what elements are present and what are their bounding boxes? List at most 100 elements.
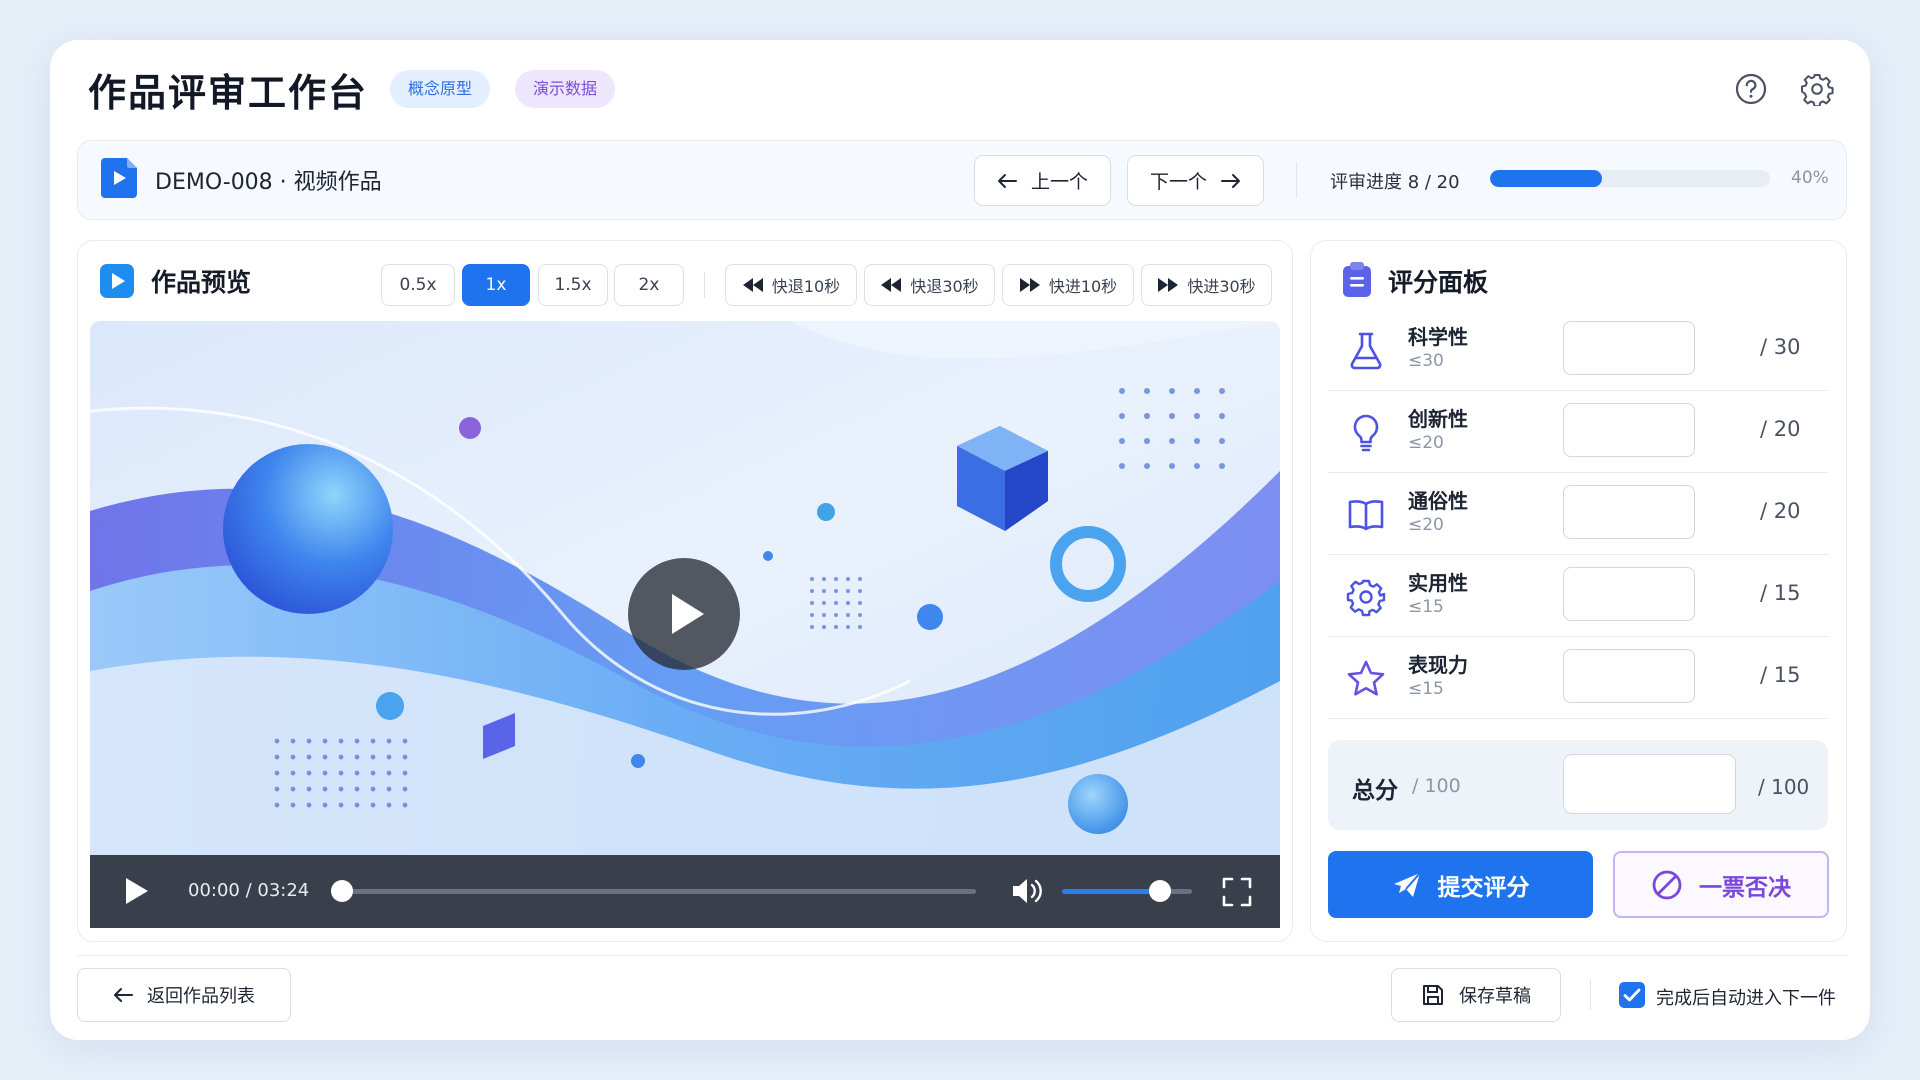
veto-button[interactable]: 一票否决 [1613,851,1829,918]
criterion-name: 科学性 [1408,325,1468,349]
back-label: 返回作品列表 [147,986,255,1007]
decor-dot [1219,438,1225,444]
forward-10s-button[interactable]: 快进10秒 [1002,264,1134,306]
speed-2x-button[interactable]: 2x [614,264,684,306]
arrow-left-icon [114,988,133,1002]
decor-dot [338,754,344,760]
criterion-hint: ≤20 [1408,433,1444,453]
volume-thumb[interactable] [1148,880,1171,902]
decor-dot [810,625,814,629]
rewind-30s-button[interactable]: 快退30秒 [864,264,995,306]
rewind-10s-button[interactable]: 快退10秒 [725,264,857,306]
flask-icon [1350,332,1382,370]
total-label: 总分 [1352,778,1398,804]
decor-dot [834,577,838,581]
decor-dot [370,802,376,808]
decor-dot [858,613,862,617]
previous-work-button[interactable]: 上一个 [974,155,1111,206]
score-input-innovation[interactable] [1563,403,1695,457]
decor-dot [834,589,838,593]
decor-dot [306,802,312,808]
fullscreen-icon[interactable] [1222,877,1252,907]
next-work-button[interactable]: 下一个 [1127,155,1264,206]
playback-time: 00:00 / 03:24 [188,880,310,901]
save-draft-button[interactable]: 保存草稿 [1391,968,1561,1022]
review-progress-bar [1490,170,1770,187]
decor-dot [858,601,862,605]
decor-dot [386,770,392,776]
save-icon [1423,985,1443,1005]
big-play-button[interactable] [628,558,740,670]
speed-1.5x-button[interactable]: 1.5x [538,264,608,306]
score-input-science[interactable] [1563,321,1695,375]
decor-dot [386,738,392,744]
auto-next-label: 完成后自动进入下一件 [1656,988,1836,1009]
decor-dot [322,754,328,760]
criterion-hint: ≤15 [1408,597,1444,617]
seek-thumb[interactable] [331,880,353,902]
decor-dot [1194,413,1200,419]
concept-tag: 概念原型 [390,70,491,108]
volume-icon[interactable] [1010,875,1044,907]
decor-dot [1194,388,1200,394]
decor-dot [846,601,850,605]
total-score-input[interactable] [1563,754,1736,814]
decor-dot [1194,463,1200,469]
decor-dot [1219,413,1225,419]
decor-dot [290,754,296,760]
decor-dot [1169,388,1175,394]
submit-score-button[interactable]: 提交评分 [1328,851,1593,918]
review-progress-fill [1490,170,1602,187]
help-icon[interactable] [1734,72,1768,106]
star-icon [1347,660,1385,696]
divider [704,272,705,298]
decor-dot [354,802,360,808]
decor-dot [846,613,850,617]
ban-icon [1652,870,1682,899]
video-player[interactable] [90,321,1280,928]
decor-dot [834,601,838,605]
auto-next-checkbox[interactable] [1619,982,1645,1008]
decor-dot [370,754,376,760]
play-icon[interactable] [120,875,152,907]
decor-dot [810,613,814,617]
divider [1328,718,1828,719]
criterion-name: 实用性 [1408,571,1468,595]
decor-dot [1169,438,1175,444]
forward-30s-button[interactable]: 快进30秒 [1141,264,1272,306]
decor-dot [338,802,344,808]
rewind-10s-label: 快退10秒 [771,277,841,296]
speed-0.5x-button[interactable]: 0.5x [381,264,455,306]
decor-dot [1169,463,1175,469]
score-input-popularity[interactable] [1563,485,1695,539]
decor-dot [354,754,360,760]
divider [1590,980,1591,1010]
decor-dot [290,738,296,744]
score-input-practicality[interactable] [1563,567,1695,621]
criterion-name: 创新性 [1408,407,1468,431]
decor-dot [306,754,312,760]
score-input-expressiveness[interactable] [1563,649,1695,703]
book-icon [1348,500,1384,531]
decor-dot [1144,388,1150,394]
play-icon [672,594,704,634]
save-label: 保存草稿 [1459,986,1531,1007]
check-icon [1623,988,1641,1002]
seek-bar[interactable] [333,889,976,894]
settings-gear-icon[interactable] [1800,72,1834,106]
decor-dot [274,754,280,760]
page-title: 作品评审工作台 [88,71,369,115]
speed-1x-button[interactable]: 1x [462,264,530,306]
criterion-row-expressiveness: 表现力 ≤15 / 15 [1328,637,1828,719]
decor-dot [1144,438,1150,444]
criterion-name: 通俗性 [1408,489,1468,513]
decor-dot [1169,413,1175,419]
total-max: / 100 [1758,775,1810,799]
decor-dot [386,802,392,808]
decor-dot [858,589,862,593]
forward-10s-label: 快进10秒 [1048,277,1118,296]
decor-dot [402,754,408,760]
decor-dot [1144,463,1150,469]
next-label: 下一个 [1149,171,1207,193]
back-to-list-button[interactable]: 返回作品列表 [77,968,291,1022]
